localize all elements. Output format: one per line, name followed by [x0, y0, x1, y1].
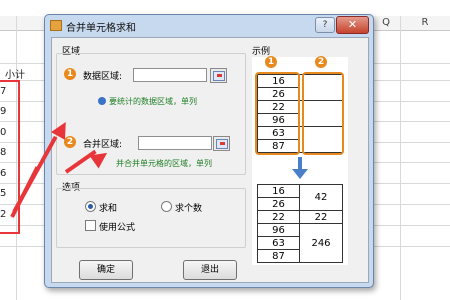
example-top-cell: 22 [272, 102, 285, 113]
example-bottom-cell: 87 [272, 251, 285, 262]
example-top-cell: 96 [272, 115, 285, 126]
merge-range-hint: 并合并单元格的区域，单列 [116, 159, 212, 168]
data-range-label: 数据区域: [83, 72, 123, 82]
sum-radio[interactable] [85, 201, 96, 212]
data-range-input[interactable] [133, 68, 207, 82]
column-header-r[interactable]: R [400, 16, 450, 31]
down-arrow-icon [292, 157, 308, 179]
count-radio[interactable] [161, 201, 172, 212]
column-header-left[interactable] [0, 16, 44, 31]
example-bottom-cell: 16 [272, 186, 285, 197]
example-top-cell: 26 [272, 89, 285, 100]
use-formula-checkbox[interactable] [85, 220, 96, 231]
example-top-cell: 87 [272, 141, 285, 152]
use-formula-label[interactable]: 使用公式 [99, 220, 135, 233]
example-highlight-2 [302, 72, 344, 155]
count-radio-label[interactable]: 求个数 [175, 201, 202, 214]
data-range-picker-button[interactable] [210, 68, 227, 83]
ok-button[interactable]: 确定 [79, 260, 133, 280]
example-label: 示例 [252, 47, 271, 57]
column-header-q[interactable]: Q [372, 16, 400, 31]
info-icon [98, 97, 106, 105]
dialog-titlebar[interactable]: 合并单元格求和 ? ✕ [45, 15, 373, 35]
example-bottom-cell: 96 [272, 225, 285, 236]
help-button[interactable]: ? [315, 17, 335, 33]
step-1-badge: 1 [64, 68, 76, 80]
example-merged-cell: 22 [314, 212, 328, 223]
dialog-title: 合并单元格求和 [66, 23, 136, 34]
example-bottom-cell: 26 [272, 199, 285, 210]
close-button[interactable]: ✕ [336, 16, 369, 34]
app-icon [50, 20, 62, 31]
merge-range-input[interactable] [138, 136, 212, 150]
example-badge-2: 2 [315, 56, 327, 68]
example-bottom-cell: 63 [272, 238, 285, 249]
example-badge-1: 1 [265, 56, 277, 68]
exit-button[interactable]: 退出 [183, 260, 237, 280]
header-cell-subtotal[interactable]: 小计 [5, 66, 25, 81]
merge-range-picker-button[interactable] [213, 136, 230, 151]
example-bottom-cell: 22 [272, 212, 285, 223]
example-panel: 1 2 16 26 22 96 63 87 16 26 22 96 63 87 … [252, 56, 348, 265]
sum-radio-label[interactable]: 求和 [99, 201, 117, 214]
data-range-hint: 要统计的数据区域，单列 [109, 97, 197, 106]
example-top-cell: 16 [272, 76, 285, 87]
example-merged-cell: 42 [314, 192, 328, 203]
example-top-cell: 63 [272, 128, 285, 139]
options-group-box [56, 188, 246, 248]
example-merged-cell: 246 [311, 238, 331, 249]
